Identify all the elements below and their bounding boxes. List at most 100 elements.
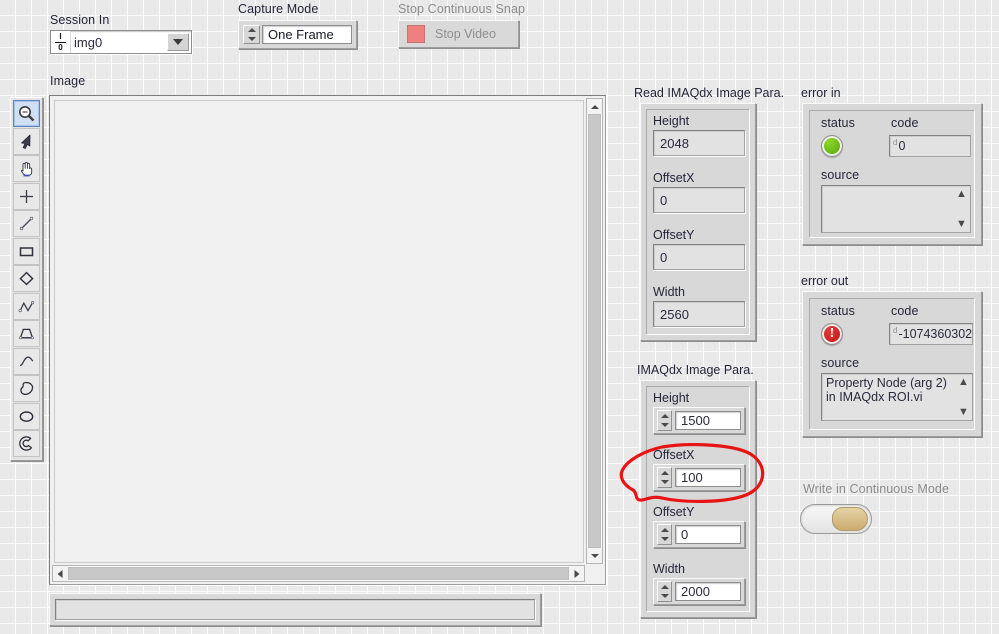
image-display[interactable] (49, 95, 606, 585)
scroll-down-button[interactable] (587, 548, 602, 563)
line-tool[interactable] (13, 210, 40, 237)
read-height-label: Height (653, 114, 690, 128)
stop-video-button[interactable]: Stop Video (398, 20, 519, 48)
spinner-up-button[interactable] (658, 525, 671, 535)
image-canvas[interactable] (54, 100, 584, 563)
error-in-code-radix: d (893, 138, 898, 147)
write-offsetx-control[interactable]: 100 (653, 464, 745, 491)
selection-arrow-tool[interactable] (13, 127, 40, 155)
zoom-tool[interactable] (13, 100, 40, 127)
error-out-status-label: status (821, 304, 855, 318)
write-offsetx-value[interactable]: 100 (675, 468, 741, 487)
spinner-up-button[interactable] (658, 468, 671, 478)
spinner-down-icon (660, 480, 669, 485)
write-height-control[interactable]: 1500 (653, 407, 745, 434)
polyline-tool[interactable] (13, 292, 40, 320)
write-params-title: IMAQdx Image Para. (637, 363, 754, 377)
read-offsety-value: 0 (653, 244, 745, 270)
spinner-down-button[interactable] (658, 421, 671, 431)
spinner-down-icon (247, 36, 256, 41)
spinner-down-button[interactable] (244, 35, 259, 44)
horizontal-scroll-thumb[interactable] (68, 567, 569, 580)
read-params-title: Read IMAQdx Image Para. (634, 86, 785, 100)
pan-hand-tool[interactable] (13, 155, 40, 182)
vertical-scroll-thumb[interactable] (588, 114, 601, 548)
write-width-spinner[interactable] (657, 581, 672, 602)
error-in-source-label: source (821, 168, 860, 182)
write-offsety-value[interactable]: 0 (675, 525, 741, 544)
freehand-line-tool[interactable] (13, 347, 40, 375)
write-height-spinner[interactable] (657, 410, 672, 431)
spinner-up-button[interactable] (658, 582, 671, 592)
scroll-left-button[interactable] (53, 566, 68, 581)
error-out-source-scrollbar[interactable]: ▲ ▼ (956, 375, 971, 419)
scroll-right-button[interactable] (569, 566, 584, 581)
continuous-mode-label: Write in Continuous Mode (803, 482, 949, 496)
freehand-region-tool[interactable] (13, 375, 40, 402)
chevron-down-icon (173, 39, 183, 45)
error-in-code-field: d 0 (889, 135, 971, 157)
write-width-control[interactable]: 2000 (653, 578, 745, 605)
capture-mode-value[interactable]: One Frame (262, 25, 352, 44)
spinner-up-icon (247, 28, 256, 33)
spinner-up-icon (660, 584, 669, 589)
image-label: Image (50, 74, 86, 88)
status-string-indicator[interactable] (49, 593, 541, 626)
spinner-down-button[interactable] (658, 535, 671, 545)
scroll-up-icon (590, 104, 599, 109)
session-in-value[interactable]: img0 (71, 31, 165, 53)
session-in-dropdown-button[interactable] (167, 33, 189, 51)
read-offsetx-value: 0 (653, 187, 745, 213)
rectangle-tool[interactable] (13, 237, 40, 265)
scroll-up-button[interactable] (587, 99, 602, 114)
point-crosshair-tool[interactable] (13, 182, 40, 210)
spinner-up-button[interactable] (658, 411, 671, 421)
spinner-down-icon (660, 594, 669, 599)
error-out-source-line1: Property Node (arg 2) (826, 376, 947, 390)
oval-tool[interactable] (13, 402, 40, 430)
error-in-title: error in (801, 86, 841, 100)
capture-mode-spinner[interactable] (243, 25, 260, 44)
session-in-refnum-control[interactable]: I0 img0 (50, 30, 192, 54)
capture-mode-label: Capture Mode (238, 2, 319, 16)
error-out-code-radix: d (893, 326, 898, 335)
image-tool-palette[interactable] (10, 97, 43, 461)
error-out-title: error out (801, 274, 849, 288)
write-offsetx-label: OffsetX (653, 448, 695, 462)
annulus-tool[interactable] (13, 430, 40, 457)
spinner-up-button[interactable] (244, 26, 259, 35)
chevron-down-icon: ▼ (956, 218, 967, 230)
switch-knob[interactable] (832, 507, 868, 531)
write-offsety-control[interactable]: 0 (653, 521, 745, 548)
error-out-code-field: d -1074360302 (889, 323, 973, 345)
error-out-code-value: -1074360302 (898, 327, 973, 341)
image-vertical-scrollbar[interactable] (586, 98, 603, 564)
capture-mode-ring-control[interactable]: One Frame (238, 20, 357, 49)
rotated-rectangle-tool[interactable] (13, 265, 40, 292)
error-out-cluster: status code ! d -1074360302 source Prope… (802, 291, 982, 437)
write-height-value[interactable]: 1500 (675, 411, 741, 430)
write-width-value[interactable]: 2000 (675, 582, 741, 601)
read-width-label: Width (653, 285, 685, 299)
error-in-source-field: ▲ ▼ (821, 185, 971, 233)
spinner-down-button[interactable] (658, 592, 671, 602)
error-in-source-scrollbar[interactable]: ▲ ▼ (954, 187, 969, 231)
error-out-source-label: source (821, 356, 860, 370)
status-string-value (55, 599, 535, 620)
error-in-code-value: 0 (898, 139, 906, 153)
error-in-status-led (821, 135, 843, 157)
chevron-up-icon: ▲ (958, 376, 969, 388)
error-out-code-label: code (891, 304, 919, 318)
stop-video-led-icon (407, 25, 425, 43)
write-offsetx-spinner[interactable] (657, 467, 672, 488)
stop-video-button-label: Stop Video (435, 27, 496, 41)
stop-continuous-snap-label: Stop Continuous Snap (398, 2, 526, 16)
image-horizontal-scrollbar[interactable] (52, 565, 585, 582)
continuous-mode-switch[interactable] (800, 504, 872, 534)
session-in-label: Session In (50, 13, 110, 27)
spinner-down-icon (660, 423, 669, 428)
write-offsety-spinner[interactable] (657, 524, 672, 545)
write-params-cluster: Height 1500 OffsetX 100 OffsetY 0 Width … (640, 380, 756, 618)
polygon-tool[interactable] (13, 320, 40, 347)
spinner-down-button[interactable] (658, 478, 671, 488)
